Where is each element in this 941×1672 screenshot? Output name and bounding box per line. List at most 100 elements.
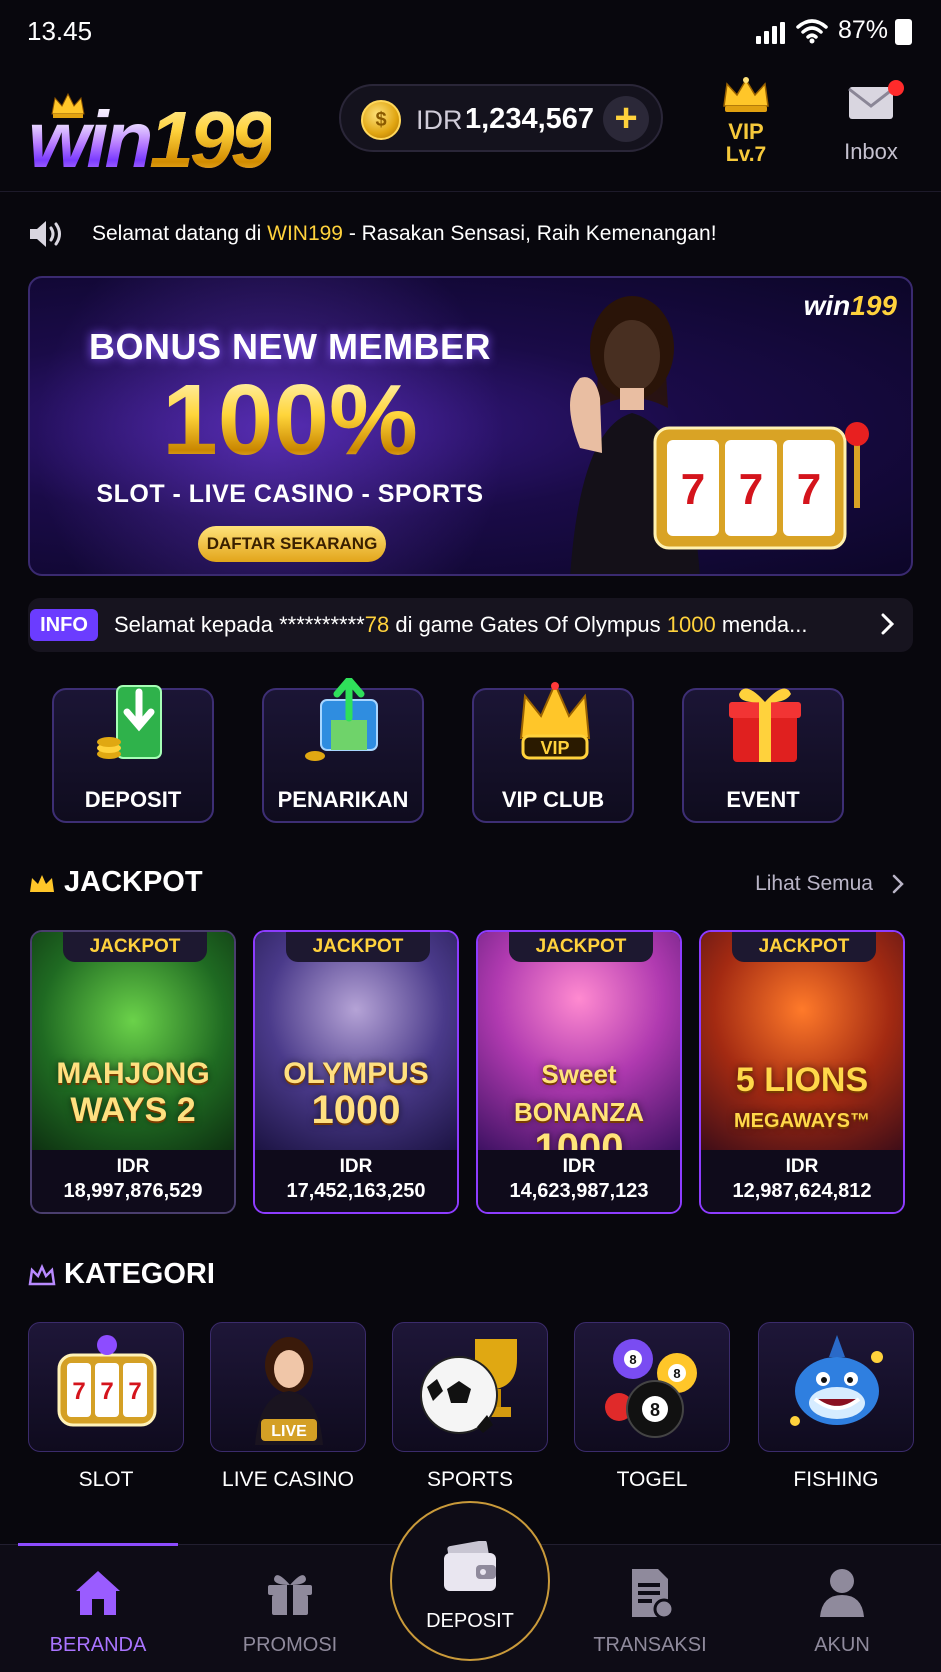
status-time: 13.45: [27, 16, 93, 46]
category-slot[interactable]: 7 7 7: [28, 1322, 184, 1452]
winner-info-ticker[interactable]: INFO Selamat kepada **********78 di game…: [28, 598, 913, 652]
category-section-header: KATEGORI: [28, 1258, 913, 1298]
battery-icon: [895, 19, 912, 45]
svg-text:7: 7: [681, 465, 705, 514]
banner-brand: win199: [803, 290, 897, 321]
crown-icon: [28, 1264, 56, 1286]
category-label: FISHING: [793, 1468, 879, 1491]
bottom-nav: BERANDA PROMOSI DEPOSIT TRANSAKSI AKUN: [0, 1501, 941, 1672]
gift-icon: [268, 1575, 312, 1615]
register-now-button[interactable]: DAFTAR SEKARANG: [198, 526, 386, 562]
balance-pill[interactable]: $ IDR 1,234,567 +: [339, 84, 663, 152]
shark-icon: [790, 1335, 883, 1426]
vip-label: VIP: [728, 119, 764, 144]
category-togel[interactable]: 8 8 8: [574, 1322, 730, 1452]
nav-deposit[interactable]: DEPOSIT: [390, 1501, 550, 1661]
add-balance-button[interactable]: +: [603, 96, 649, 142]
jackpot-amount-box: IDR 12,987,624,812: [701, 1150, 903, 1212]
nav-promo[interactable]: PROMOSI: [210, 1545, 370, 1672]
banner-subline: SLOT - LIVE CASINO - SPORTS: [96, 480, 484, 508]
battery-percent: 87%: [838, 16, 889, 44]
receipt-icon: [632, 1569, 675, 1620]
vip-level-badge[interactable]: VIP Lv.7: [710, 76, 782, 172]
nav-transactions[interactable]: TRANSAKSI: [570, 1545, 730, 1672]
withdrawal-shortcut[interactable]: PENARIKAN: [262, 678, 424, 823]
svg-text:LIVE: LIVE: [271, 1423, 307, 1440]
inbox-label: Inbox: [844, 139, 898, 164]
jackpot-title: JACKPOT: [64, 866, 203, 898]
jackpot-amount: 18,997,876,529: [63, 1180, 203, 1202]
category-live-casino[interactable]: LIVE: [210, 1322, 366, 1452]
soccer-trophy-icon: [420, 1339, 517, 1434]
vip-club-shortcut[interactable]: VIP VIP CLUB: [472, 681, 634, 823]
vip-crown-icon: [723, 77, 769, 112]
vip-crown-icon: VIP: [519, 681, 591, 760]
jackpot-amount-box: IDR 17,452,163,250: [255, 1150, 457, 1212]
game-title: OLYMPUS 1000: [283, 1057, 429, 1132]
speaker-icon: [30, 221, 61, 247]
category-label: LIVE CASINO: [222, 1468, 354, 1491]
svg-text:8: 8: [673, 1366, 680, 1381]
chevron-right-icon[interactable]: [875, 612, 899, 636]
category-fishing[interactable]: [758, 1322, 914, 1452]
svg-text:7: 7: [128, 1378, 141, 1405]
jackpot-currency: IDR: [562, 1156, 596, 1177]
nav-transactions-label: TRANSAKSI: [593, 1634, 707, 1656]
svg-text:7: 7: [739, 465, 763, 514]
game-title: 5 LIONS MEGAWAYS™: [734, 1061, 870, 1132]
nav-deposit-label: DEPOSIT: [426, 1610, 514, 1632]
jackpot-tag: JACKPOT: [509, 932, 653, 962]
banner-headline: BONUS NEW MEMBER: [89, 326, 491, 367]
nav-account[interactable]: AKUN: [762, 1545, 922, 1672]
status-bar: 13.45 87%: [0, 0, 941, 64]
category-label: TOGEL: [616, 1468, 688, 1491]
category-list: 7 7 7 SLOT LIVE LIVE CASINO SPORTS 8 8 8…: [28, 1322, 914, 1492]
jackpot-card[interactable]: JACKPOT OLYMPUS 1000 IDR 17,452,163,250: [253, 930, 459, 1214]
home-icon: [76, 1571, 120, 1615]
jackpot-card[interactable]: JACKPOT 5 LIONS MEGAWAYS™ IDR 12,987,624,…: [699, 930, 905, 1214]
jackpot-amount-box: IDR 14,623,987,123: [478, 1150, 680, 1212]
see-all-link[interactable]: Lihat Semua: [755, 872, 873, 896]
user-icon: [820, 1569, 864, 1617]
inbox-button[interactable]: Inbox: [836, 80, 906, 172]
jackpot-card[interactable]: JACKPOT Sweet BONANZA 1000 IDR 14,623,987…: [476, 930, 682, 1214]
wallet-icon: [444, 1540, 496, 1591]
promo-banner[interactable]: BONUS NEW MEMBER 100% SLOT - LIVE CASINO…: [28, 276, 913, 576]
withdrawal-icon: [305, 678, 378, 761]
balance-amount: 1,234,567: [465, 103, 595, 135]
svg-text:8: 8: [650, 1400, 660, 1420]
deposit-label: DEPOSIT: [84, 787, 182, 812]
app-logo[interactable]: win199: [28, 84, 318, 180]
logo-text-win: win: [28, 95, 150, 184]
nav-home-label: BERANDA: [49, 1634, 147, 1656]
app-header: win199 $ IDR 1,234,567 + VIP Lv.7 Inbox: [0, 64, 941, 192]
svg-text:7: 7: [72, 1378, 85, 1405]
jackpot-tag: JACKPOT: [63, 932, 207, 962]
category-sports[interactable]: [392, 1322, 548, 1452]
jackpot-tag: JACKPOT: [286, 932, 430, 962]
nav-home[interactable]: BERANDA: [18, 1543, 178, 1672]
crown-icon: [30, 875, 54, 892]
game-title: MAHJONG WAYS 2: [56, 1057, 210, 1129]
vip-level: Lv.7: [725, 143, 767, 166]
jackpot-amount-box: IDR 18,997,876,529: [32, 1150, 234, 1212]
chevron-right-icon[interactable]: [889, 874, 907, 894]
event-label: EVENT: [726, 787, 800, 812]
deposit-shortcut[interactable]: DEPOSIT: [52, 685, 214, 823]
jackpot-currency: IDR: [785, 1156, 819, 1177]
live-dealer-icon: LIVE: [255, 1337, 323, 1445]
announcement-bar: Selamat datang di WIN199 - Rasakan Sensa…: [28, 214, 928, 254]
event-shortcut[interactable]: EVENT: [682, 688, 844, 823]
deposit-icon: [97, 685, 162, 759]
slot-machine-icon: 7 7 7: [57, 1335, 157, 1427]
logo-text-199: 199: [149, 95, 275, 184]
info-tag: INFO: [30, 609, 98, 641]
balance-currency: IDR: [416, 105, 463, 135]
nav-promo-label: PROMOSI: [242, 1634, 338, 1656]
svg-text:8: 8: [629, 1352, 636, 1367]
vip-club-label: VIP CLUB: [501, 787, 605, 812]
jackpot-card[interactable]: JACKPOT MAHJONG WAYS 2 IDR 18,997,876,529: [30, 930, 236, 1214]
svg-text:VIP: VIP: [540, 738, 569, 758]
announcement-text: Selamat datang di WIN199 - Rasakan Sensa…: [92, 222, 717, 245]
category-label: SLOT: [78, 1468, 134, 1491]
